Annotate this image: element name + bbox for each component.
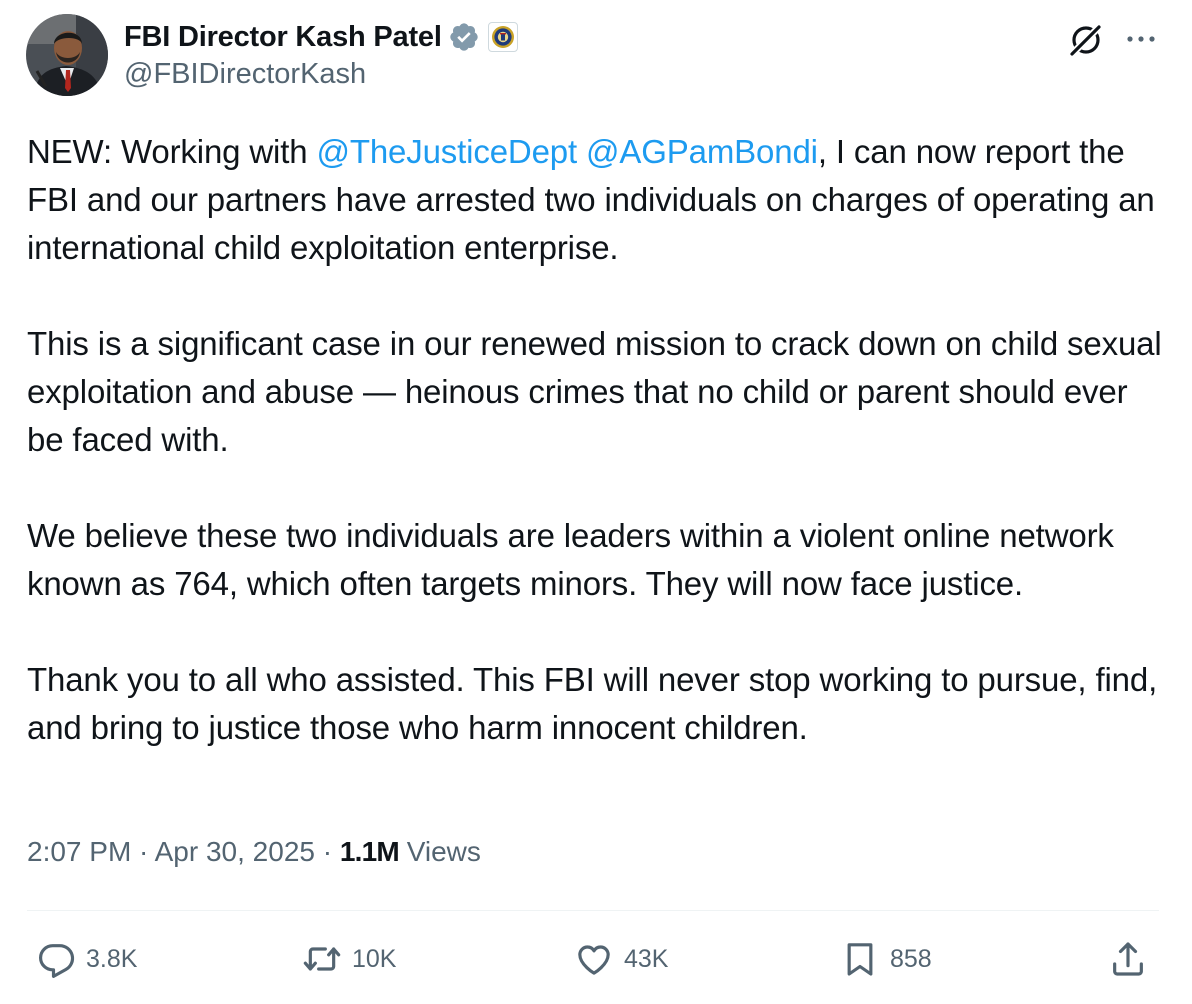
reply-count: 3.8K (86, 944, 138, 973)
grok-icon[interactable] (1066, 20, 1106, 60)
divider (27, 910, 1159, 911)
tweet-time[interactable]: 2:07 PM (27, 836, 131, 867)
mention-link[interactable]: @AGPamBondi (586, 133, 818, 170)
tweet-paragraph-2: This is a significant case in our renewe… (27, 325, 1162, 458)
mention-link[interactable]: @TheJusticeDept (316, 133, 577, 170)
share-icon (1108, 939, 1148, 979)
share-button[interactable] (1108, 934, 1148, 984)
author-name-row: FBI Director Kash Patel (124, 18, 518, 56)
repost-button[interactable]: 10K (302, 934, 396, 984)
like-button[interactable]: 43K (574, 934, 668, 984)
heart-icon (574, 939, 614, 979)
repost-count: 10K (352, 944, 397, 973)
tweet-paragraph-4: Thank you to all who assisted. This FBI … (27, 661, 1158, 746)
tweet-paragraph-1: NEW: Working with @TheJusticeDept @AGPam… (27, 128, 1167, 272)
bookmark-icon (840, 939, 880, 979)
reply-button[interactable]: 3.8K (36, 934, 137, 984)
fbi-seal-icon[interactable] (487, 22, 518, 52)
bookmark-count: 858 (890, 944, 932, 973)
author-display-name[interactable]: FBI Director Kash Patel (124, 21, 442, 54)
verified-badge-icon[interactable] (448, 21, 480, 53)
more-options-icon[interactable] (1124, 24, 1158, 54)
repost-icon (302, 939, 342, 979)
tweet: FBI Director Kash Patel @FBIDirectorKash (0, 0, 1192, 1004)
like-count: 43K (624, 944, 669, 973)
views-label: Views (398, 836, 481, 867)
reply-icon (36, 939, 76, 979)
views-count[interactable]: 1.1M (340, 836, 400, 867)
tweet-paragraph-3: We believe these two individuals are lea… (27, 517, 1114, 602)
meta-separator: · (131, 836, 155, 867)
tweet-text-segment: NEW: Working with (27, 133, 317, 170)
avatar-image (26, 14, 108, 96)
tweet-meta: 2:07 PM · Apr 30, 2025 · 1.1M Views (27, 836, 481, 868)
bookmark-button[interactable]: 858 (840, 934, 932, 984)
meta-separator: · (314, 836, 340, 867)
author-handle[interactable]: @FBIDirectorKash (124, 58, 366, 91)
tweet-text-segment (577, 133, 586, 170)
tweet-text: NEW: Working with @TheJusticeDept @AGPam… (27, 128, 1167, 752)
tweet-date[interactable]: Apr 30, 2025 (155, 836, 315, 867)
avatar[interactable] (26, 14, 108, 96)
